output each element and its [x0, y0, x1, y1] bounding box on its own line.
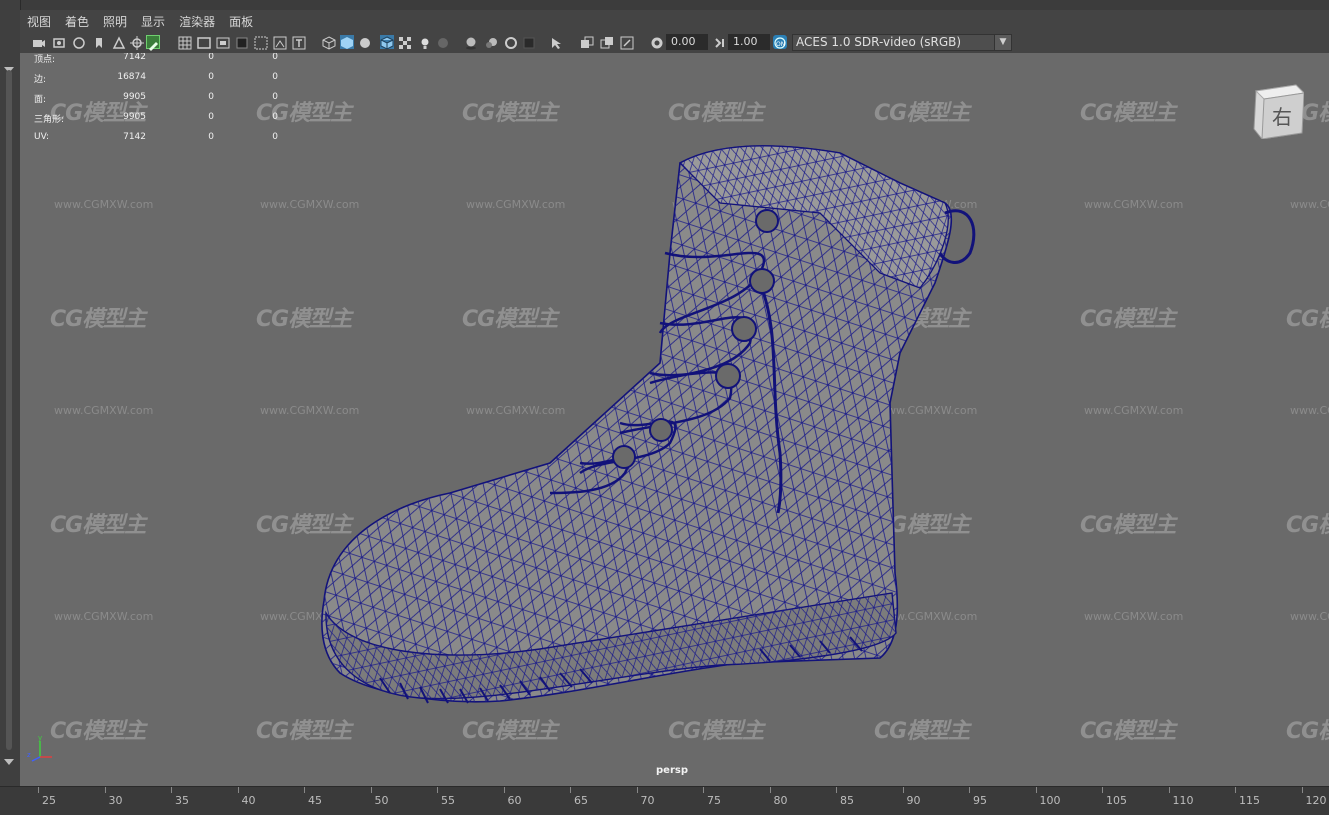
camera-name-label: persp: [656, 765, 688, 776]
ruler-tick-label: 40: [241, 794, 256, 807]
motion-blur-icon[interactable]: [484, 35, 498, 49]
ruler-tick: [104, 787, 106, 793]
left-scrollbar[interactable]: [6, 70, 12, 750]
menu-show[interactable]: 显示: [134, 13, 172, 30]
ruler-tick: [237, 787, 239, 793]
ruler-tick: [38, 787, 39, 793]
ruler-tick: [1168, 787, 1170, 793]
lights-icon[interactable]: [418, 35, 432, 49]
ambient-occlusion-icon[interactable]: [464, 35, 478, 50]
ruler-tick: [503, 787, 505, 793]
textured-icon[interactable]: [398, 35, 412, 49]
xray-joints-icon[interactable]: [600, 35, 614, 49]
xray-icon[interactable]: [580, 35, 594, 49]
camera-icon[interactable]: [32, 35, 46, 49]
menu-lighting[interactable]: 照明: [96, 13, 134, 30]
svg-text:z: z: [27, 751, 31, 759]
smooth-shade-icon[interactable]: [340, 35, 354, 49]
gate-mask-icon[interactable]: [235, 35, 249, 49]
ruler-tick-label: 70: [640, 794, 655, 807]
ruler-tick-label: 85: [840, 794, 854, 807]
ruler-tick-label: 50: [374, 794, 389, 807]
camera-attributes-icon[interactable]: [52, 35, 66, 49]
color-management-icon[interactable]: ON: [773, 35, 787, 49]
ruler-tick-label: 55: [441, 794, 455, 807]
anti-aliasing-icon[interactable]: [504, 35, 518, 49]
shadows-icon[interactable]: [436, 35, 450, 49]
safe-title-icon[interactable]: [273, 35, 287, 50]
perspective-viewport[interactable]: CG模型主 www.CGMXW.com CG模型主 www.CGMXW.com CG模型…: [20, 53, 1329, 786]
boot-model-wireframe[interactable]: [20, 53, 1329, 786]
wireframe-icon[interactable]: [322, 35, 336, 50]
menu-renderer[interactable]: 渲染器: [172, 13, 222, 30]
film-gate-icon[interactable]: [197, 35, 211, 49]
panel-menu-bar: 视图 着色 照明 显示 渲染器 面板: [20, 10, 1329, 32]
ruler-tick-label: 25: [42, 794, 56, 807]
ruler-tick: [703, 787, 704, 793]
ruler-tick-label: 115: [1239, 794, 1260, 807]
ruler-tick: [1301, 787, 1303, 793]
ruler-tick-label: 120: [1305, 794, 1327, 807]
svg-text:ON: ON: [776, 41, 785, 48]
image-plane-icon[interactable]: [112, 35, 126, 49]
menu-shading[interactable]: 着色: [58, 13, 96, 30]
color-space-dropdown[interactable]: ACES 1.0 SDR-video (sRGB): [792, 34, 1012, 51]
ruler-tick-label: 110: [1172, 794, 1194, 807]
ruler-tick-label: 65: [574, 794, 588, 807]
gamma-field[interactable]: 1.00: [728, 34, 770, 50]
gamma-icon[interactable]: [713, 35, 727, 49]
bookmark-icon[interactable]: [92, 35, 106, 49]
view-cube-face-label[interactable]: 右: [1272, 101, 1292, 130]
pencil-icon[interactable]: [146, 35, 160, 51]
ruler-tick-label: 45: [308, 794, 322, 807]
ruler-tick-label: 100: [1039, 794, 1061, 807]
wireframe-on-shaded-icon[interactable]: [380, 35, 394, 50]
ruler-tick: [437, 787, 438, 793]
ruler-tick-label: 75: [707, 794, 721, 807]
exposure-field[interactable]: 0.00: [666, 34, 708, 50]
default-material-icon[interactable]: [358, 35, 372, 49]
exposure-icon[interactable]: [650, 35, 664, 49]
ruler-tick: [836, 787, 837, 793]
left-shelf-strip: [0, 0, 21, 786]
safe-action-icon[interactable]: [254, 35, 268, 50]
ruler-tick-label: 80: [773, 794, 788, 807]
menu-view[interactable]: 视图: [20, 13, 58, 30]
ruler-tick-label: 105: [1106, 794, 1127, 807]
snap-icon[interactable]: [130, 35, 144, 50]
grid-icon[interactable]: [178, 35, 192, 50]
ruler-tick: [1102, 787, 1103, 793]
ruler-tick: [1235, 787, 1236, 793]
axis-gizmo-icon: y z: [26, 734, 56, 765]
ruler-tick-label: 90: [906, 794, 921, 807]
panel-toolbar: 0.00 1.00 ON ACES 1.0 SDR-video (sRGB) ▼: [20, 32, 1329, 54]
ruler-tick: [969, 787, 970, 793]
menu-panels[interactable]: 面板: [222, 13, 260, 30]
chevron-down-icon[interactable]: ▼: [994, 34, 1012, 51]
ruler-tick: [636, 787, 638, 793]
ruler-tick-label: 60: [507, 794, 522, 807]
ruler-tick-label: 35: [175, 794, 189, 807]
isolate-select-icon[interactable]: [550, 35, 564, 49]
svg-text:y: y: [38, 735, 42, 742]
collapse-arrow-icon[interactable]: [2, 60, 16, 73]
ruler-tick: [370, 787, 372, 793]
view-cube[interactable]: 右: [1252, 83, 1306, 140]
time-slider-ruler[interactable]: 25 30 35 40 45 50 55 60 65 70 75 80 85 90 95 100 105 110 1…: [0, 786, 1329, 815]
ruler-tick: [171, 787, 172, 793]
frame-all-icon[interactable]: [620, 35, 634, 50]
ruler-tick: [570, 787, 571, 793]
ruler-tick-label: 30: [108, 794, 123, 807]
resolution-gate-icon[interactable]: [216, 35, 230, 49]
depth-of-field-icon[interactable]: [522, 35, 536, 49]
ruler-tick: [1035, 787, 1037, 793]
ruler-tick: [769, 787, 771, 793]
expand-arrow-icon[interactable]: [2, 752, 16, 765]
ruler-tick: [304, 787, 305, 793]
ruler-tick-label: 95: [973, 794, 987, 807]
text-icon[interactable]: [292, 35, 306, 50]
ruler-tick: [902, 787, 904, 793]
camera-preset-icon[interactable]: [72, 35, 86, 49]
